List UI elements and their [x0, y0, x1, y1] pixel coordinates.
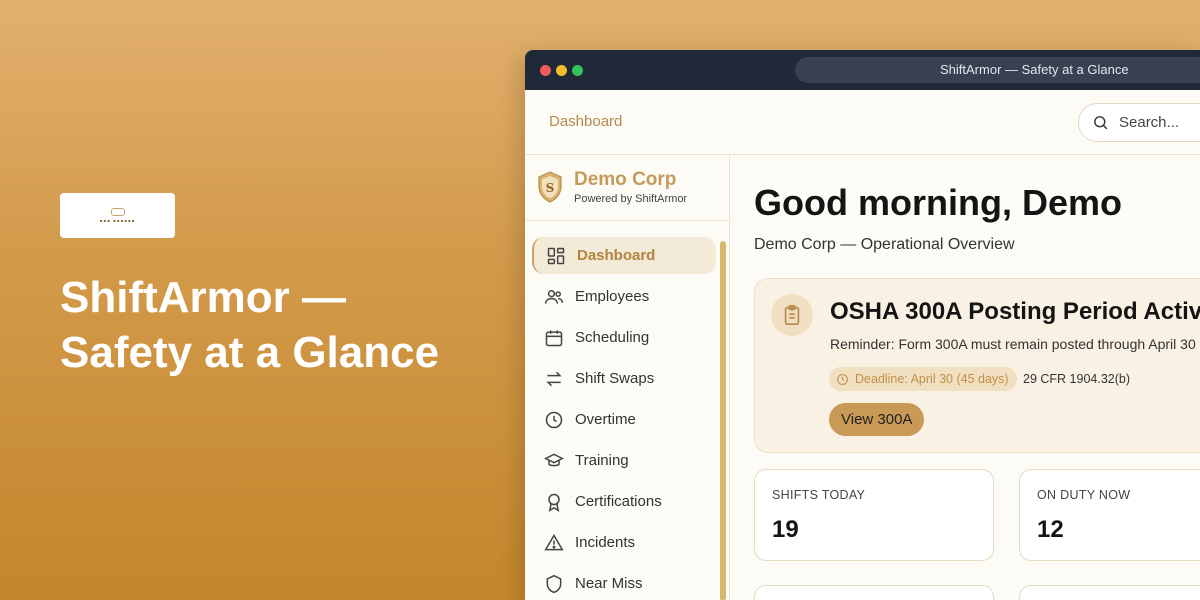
- window-titlebar: ShiftArmor — Safety at a Glance: [525, 50, 1200, 90]
- sidebar-item-label: Overtime: [575, 411, 636, 428]
- sidebar: S Demo Corp Powered by ShiftArmor Dashbo…: [525, 155, 730, 600]
- sidebar-item-scheduling[interactable]: Scheduling: [532, 319, 716, 356]
- shield-logo-icon: S: [538, 171, 562, 203]
- deadline-text: Deadline: April 30 (45 days): [855, 372, 1009, 386]
- svg-text:S: S: [546, 181, 555, 195]
- sidebar-item-training[interactable]: Training: [532, 442, 716, 479]
- sidebar-item-label: Shift Swaps: [575, 370, 655, 387]
- sidebar-item-incidents[interactable]: Incidents: [532, 524, 716, 561]
- company-logo: ▪▪▪ ▪▪▪▪▪▪: [60, 193, 175, 238]
- stat-label: ON DUTY NOW: [1037, 488, 1131, 502]
- stat-label: SHIFTS TODAY: [772, 488, 866, 502]
- app-window: ShiftArmor — Safety at a Glance Dashboar…: [525, 50, 1200, 600]
- sidebar-item-label: Near Miss: [575, 575, 643, 592]
- alert-title: OSHA 300A Posting Period Activ: [830, 298, 1200, 325]
- logo-mark-icon: [110, 208, 125, 216]
- breadcrumb[interactable]: Dashboard: [549, 113, 622, 130]
- page-title: Good morning, Demo: [754, 182, 1122, 223]
- stat-card-on-duty-now: ON DUTY NOW 12: [1019, 469, 1200, 561]
- sidebar-item-label: Incidents: [575, 534, 636, 551]
- clock-icon: [837, 373, 848, 385]
- sidebar-item-label: Training: [575, 452, 629, 469]
- osha-alert-card: OSHA 300A Posting Period Activ Reminder:…: [754, 278, 1200, 453]
- cfr-reference: 29 CFR 1904.32(b): [1023, 372, 1131, 386]
- stat-value: 19: [772, 516, 799, 543]
- swap-arrows-icon: [546, 371, 562, 386]
- alert-text: Reminder: Form 300A must remain posted t…: [830, 336, 1196, 352]
- stat-card: [754, 585, 994, 600]
- clock-icon: [545, 411, 563, 428]
- stat-value: 12: [1037, 516, 1064, 543]
- stat-card-shifts-today: SHIFTS TODAY 19: [754, 469, 994, 561]
- brand-subtitle: Powered by ShiftArmor: [574, 193, 688, 205]
- deadline-badge: Deadline: April 30 (45 days): [829, 367, 1017, 391]
- sidebar-item-dashboard[interactable]: Dashboard: [532, 237, 716, 274]
- promo-headline-line1: ShiftArmor —: [60, 273, 346, 322]
- sidebar-nav: Dashboard Employees Scheduling Shift Swa…: [525, 221, 729, 600]
- stat-card: [1019, 585, 1200, 600]
- view-300a-button[interactable]: View 300A: [829, 403, 925, 436]
- sidebar-item-overtime[interactable]: Overtime: [532, 401, 716, 438]
- sidebar-scrollbar[interactable]: [720, 241, 726, 600]
- calendar-icon: [545, 330, 563, 346]
- maximize-window-button[interactable]: [572, 65, 583, 76]
- warning-triangle-icon: [544, 533, 564, 550]
- search-icon: [1094, 116, 1108, 130]
- brand-name: Demo Corp: [574, 169, 677, 190]
- sidebar-item-label: Scheduling: [575, 329, 650, 346]
- sidebar-item-label: Employees: [575, 288, 650, 305]
- shield-icon: [546, 574, 562, 593]
- brand-header: S Demo Corp Powered by ShiftArmor: [525, 155, 729, 221]
- page-subtitle: Demo Corp — Operational Overview: [754, 236, 1015, 253]
- logo-lettering: ▪▪▪ ▪▪▪▪▪▪: [99, 218, 136, 223]
- search-placeholder: Search...: [1119, 114, 1180, 131]
- promo-headline-line2: Safety at a Glance: [60, 328, 440, 377]
- top-bar: Dashboard Search...: [525, 90, 1200, 155]
- search-input[interactable]: Search...: [1078, 103, 1200, 142]
- clipboard-icon: [771, 294, 813, 336]
- window-title: ShiftArmor — Safety at a Glance: [795, 57, 1200, 83]
- minimize-window-button[interactable]: [556, 65, 567, 76]
- sidebar-item-label: Dashboard: [577, 247, 656, 264]
- promo-panel: ▪▪▪ ▪▪▪▪▪▪ ShiftArmor — Safety at a Glan…: [60, 193, 480, 380]
- sidebar-item-employees[interactable]: Employees: [532, 278, 716, 315]
- sidebar-item-label: Certifications: [575, 493, 662, 510]
- close-window-button[interactable]: [540, 65, 551, 76]
- sidebar-item-certifications[interactable]: Certifications: [532, 483, 716, 520]
- sidebar-item-near-miss[interactable]: Near Miss: [532, 565, 716, 600]
- users-icon: [544, 289, 564, 304]
- grid-icon: [547, 247, 565, 264]
- promo-headline: ShiftArmor — Safety at a Glance: [60, 270, 480, 380]
- award-icon: [548, 493, 560, 512]
- main-content: Good morning, Demo Demo Corp — Operation…: [731, 155, 1200, 600]
- sidebar-item-shift-swaps[interactable]: Shift Swaps: [532, 360, 716, 397]
- graduation-cap-icon: [544, 452, 564, 466]
